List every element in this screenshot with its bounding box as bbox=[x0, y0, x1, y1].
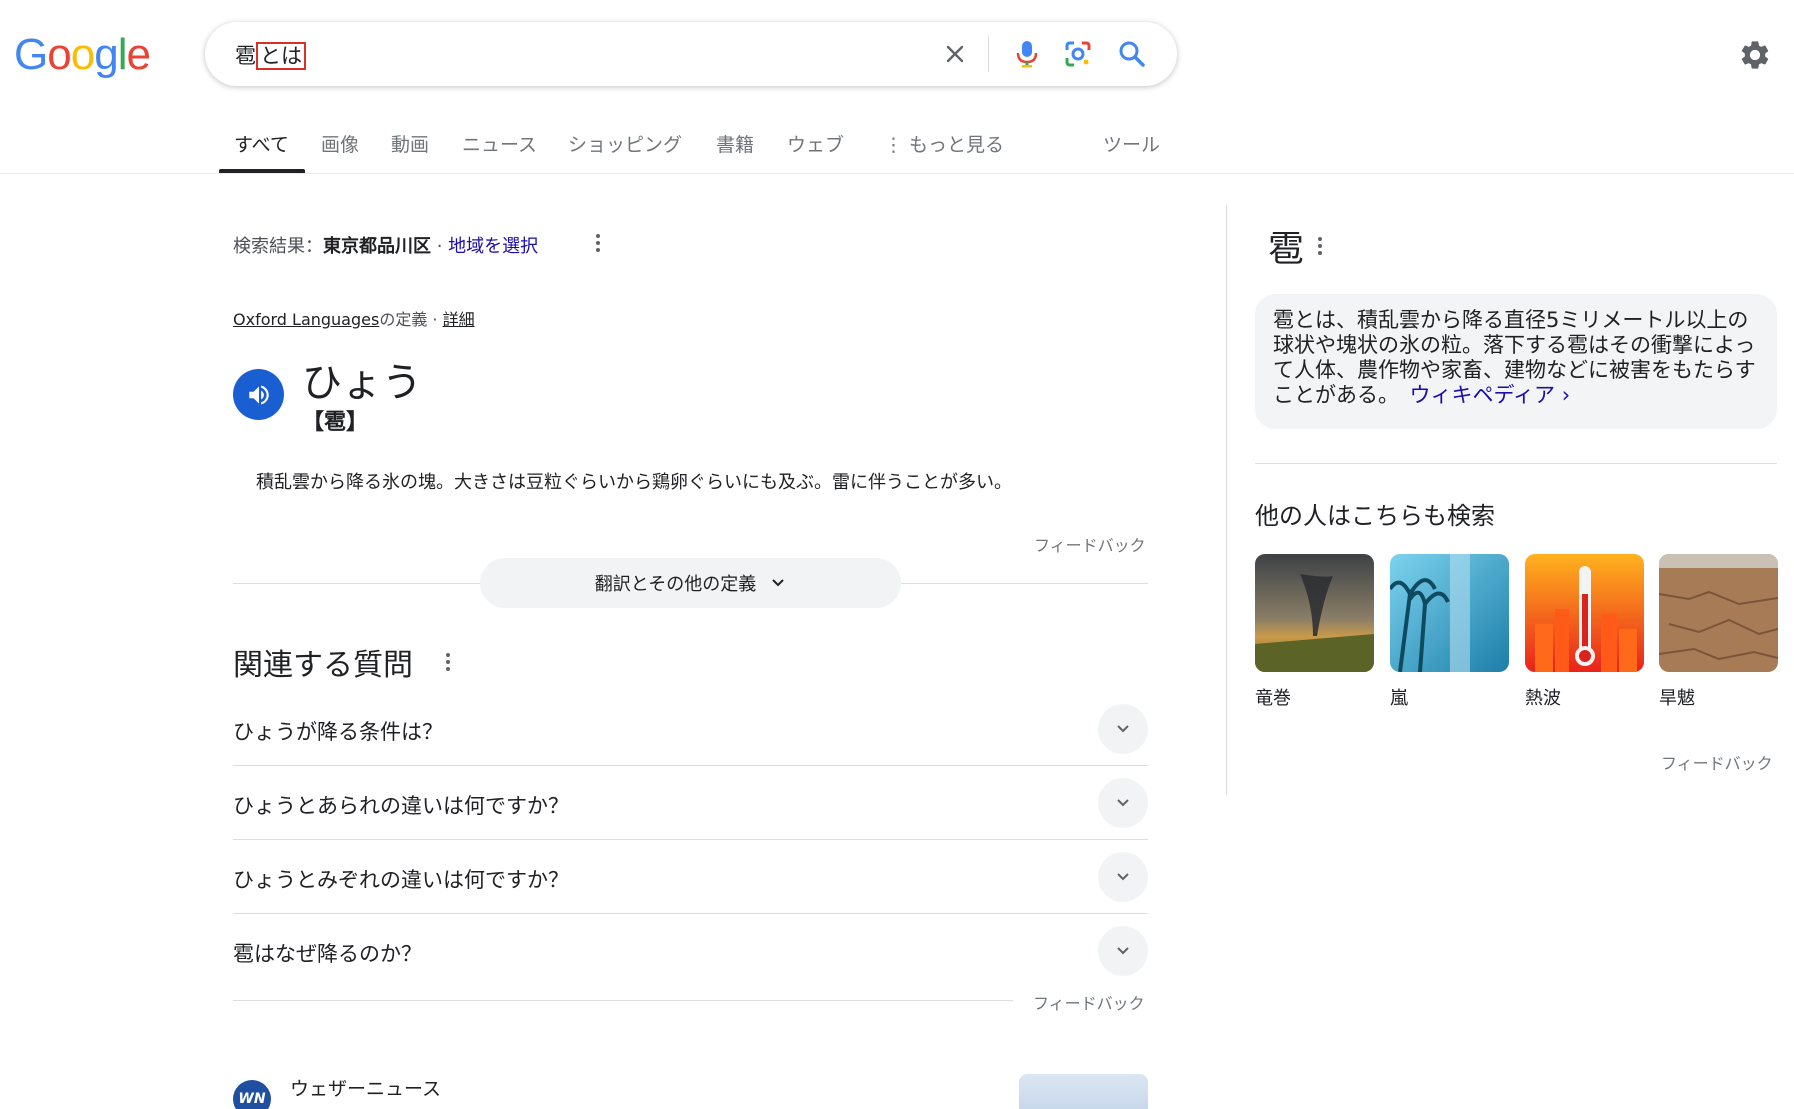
dictionary-feedback-link[interactable]: フィードバック bbox=[1034, 532, 1146, 556]
knowledge-panel-description: 雹とは、積乱雲から降る直径5ミリメートル以上の球状や塊状の氷の粒。落下する雹はそ… bbox=[1255, 294, 1777, 429]
tornado-image bbox=[1255, 554, 1374, 672]
expand-chevron-icon[interactable] bbox=[1098, 704, 1148, 754]
panel-divider bbox=[1226, 205, 1227, 795]
active-tab-indicator bbox=[219, 169, 305, 173]
also-search-label: 熱波 bbox=[1525, 688, 1561, 709]
also-search-item[interactable]: 旱魃 bbox=[1659, 554, 1778, 710]
tab-news[interactable]: ニュース bbox=[462, 130, 537, 157]
tab-images[interactable]: 画像 bbox=[321, 130, 359, 157]
search-tabs: すべて 画像 動画 ニュース ショッピング 書籍 ウェブ ⋮ もっと見る ツール bbox=[0, 120, 1794, 174]
tab-shopping[interactable]: ショッピング bbox=[568, 130, 682, 157]
tab-books[interactable]: 書籍 bbox=[716, 130, 754, 157]
chevron-down-icon bbox=[772, 579, 784, 587]
search-input[interactable]: 雹とは bbox=[235, 40, 306, 70]
knowledge-panel-feedback-link[interactable]: フィードバック bbox=[1661, 750, 1773, 774]
wikipedia-link[interactable]: ウィキペディア › bbox=[1410, 383, 1571, 407]
also-search-item[interactable]: 熱波 bbox=[1525, 554, 1644, 710]
settings-gear-icon[interactable] bbox=[1738, 38, 1772, 72]
knowledge-panel-title: 雹 bbox=[1268, 229, 1305, 270]
dictionary-kanji: 【雹】 bbox=[302, 410, 369, 435]
related-questions-menu-icon[interactable] bbox=[438, 650, 458, 674]
logo-letter: G bbox=[14, 30, 48, 79]
also-search-label: 嵐 bbox=[1390, 688, 1408, 709]
related-questions-title: 関連する質問 bbox=[233, 648, 413, 683]
microphone-icon[interactable] bbox=[1011, 38, 1043, 70]
google-logo[interactable]: Google bbox=[14, 30, 151, 80]
weathernews-logo: WN bbox=[233, 1080, 271, 1109]
more-definitions-button[interactable]: 翻訳とその他の定義 bbox=[480, 558, 901, 608]
camera-lens-icon[interactable] bbox=[1062, 38, 1094, 70]
tab-videos[interactable]: 動画 bbox=[391, 130, 429, 157]
choose-region-link[interactable]: 地域を選択 bbox=[448, 236, 538, 257]
expand-chevron-icon[interactable] bbox=[1098, 778, 1148, 828]
related-questions-feedback-link[interactable]: フィードバック bbox=[1033, 990, 1145, 1014]
more-definitions-label: 翻訳とその他の定義 bbox=[594, 574, 757, 595]
location-separator: · bbox=[431, 236, 449, 257]
details-link[interactable]: 詳細 bbox=[443, 310, 475, 329]
oxford-languages-link[interactable]: Oxford Languages bbox=[233, 310, 379, 329]
logo-letter: o bbox=[47, 30, 72, 79]
expand-chevron-icon[interactable] bbox=[1098, 852, 1148, 902]
clear-icon[interactable] bbox=[939, 38, 971, 70]
people-also-search-title: 他の人はこちらも検索 bbox=[1255, 502, 1495, 530]
dictionary-source-suffix: の定義 · bbox=[379, 310, 443, 329]
logo-letter: g bbox=[94, 30, 119, 79]
search-query-prefix: 雹 bbox=[235, 44, 256, 68]
related-question[interactable]: ひょうが降る条件は？ bbox=[233, 692, 1148, 766]
pronunciation-speaker-button[interactable] bbox=[233, 369, 284, 420]
search-divider bbox=[988, 36, 989, 72]
location-prefix: 検索結果： bbox=[233, 236, 323, 257]
related-question[interactable]: 雹はなぜ降るのか？ bbox=[233, 914, 1148, 988]
related-question-text: ひょうが降る条件は？ bbox=[233, 720, 443, 744]
also-search-item[interactable]: 竜巻 bbox=[1255, 554, 1374, 710]
expand-chevron-icon[interactable] bbox=[1098, 926, 1148, 976]
related-question-text: 雹はなぜ降るのか？ bbox=[233, 942, 422, 966]
related-question[interactable]: ひょうとみぞれの違いは何ですか？ bbox=[233, 840, 1148, 914]
also-search-label: 旱魃 bbox=[1659, 688, 1695, 709]
knowledge-panel-menu-icon[interactable] bbox=[1310, 234, 1330, 258]
related-question[interactable]: ひょうとあられの違いは何ですか？ bbox=[233, 766, 1148, 840]
logo-letter: e bbox=[126, 30, 151, 79]
tab-more-label: もっと見る bbox=[909, 134, 1005, 156]
dictionary-definition: 積乱雲から降る氷の塊。大きさは豆粒ぐらいから鶏卵ぐらいにも及ぶ。雷に伴うことが多… bbox=[256, 472, 1012, 493]
related-question-text: ひょうとあられの違いは何ですか？ bbox=[233, 794, 569, 818]
also-search-item[interactable]: 嵐 bbox=[1390, 554, 1509, 710]
drought-image bbox=[1659, 554, 1778, 672]
divider bbox=[1255, 463, 1777, 464]
news-source-name[interactable]: ウェザーニュース bbox=[290, 1074, 441, 1101]
search-box[interactable]: 雹とは bbox=[205, 22, 1177, 86]
dictionary-source: Oxford Languagesの定義 · 詳細 bbox=[233, 306, 475, 330]
search-icon[interactable] bbox=[1116, 38, 1148, 70]
speaker-icon bbox=[248, 384, 269, 405]
search-query-highlight: とは bbox=[256, 42, 306, 70]
location-place: 東京都品川区 bbox=[323, 236, 431, 257]
related-question-text: ひょうとみぞれの違いは何ですか？ bbox=[233, 868, 569, 892]
also-search-label: 竜巻 bbox=[1255, 688, 1291, 709]
news-thumbnail[interactable] bbox=[1019, 1074, 1148, 1109]
heatwave-image bbox=[1525, 554, 1644, 672]
storm-image bbox=[1390, 554, 1509, 672]
location-menu-icon[interactable] bbox=[588, 231, 608, 255]
tab-web[interactable]: ウェブ bbox=[787, 130, 844, 157]
dictionary-word: ひょう bbox=[302, 360, 422, 406]
divider bbox=[233, 1000, 1013, 1001]
more-kebab-icon: ⋮ bbox=[884, 134, 903, 156]
tab-more[interactable]: ⋮ もっと見る bbox=[884, 130, 1004, 157]
location-line: 検索結果：東京都品川区 · 地域を選択 bbox=[233, 232, 538, 258]
tab-all[interactable]: すべて bbox=[234, 130, 289, 157]
tab-tools[interactable]: ツール bbox=[1103, 130, 1160, 157]
logo-letter: o bbox=[70, 30, 96, 79]
